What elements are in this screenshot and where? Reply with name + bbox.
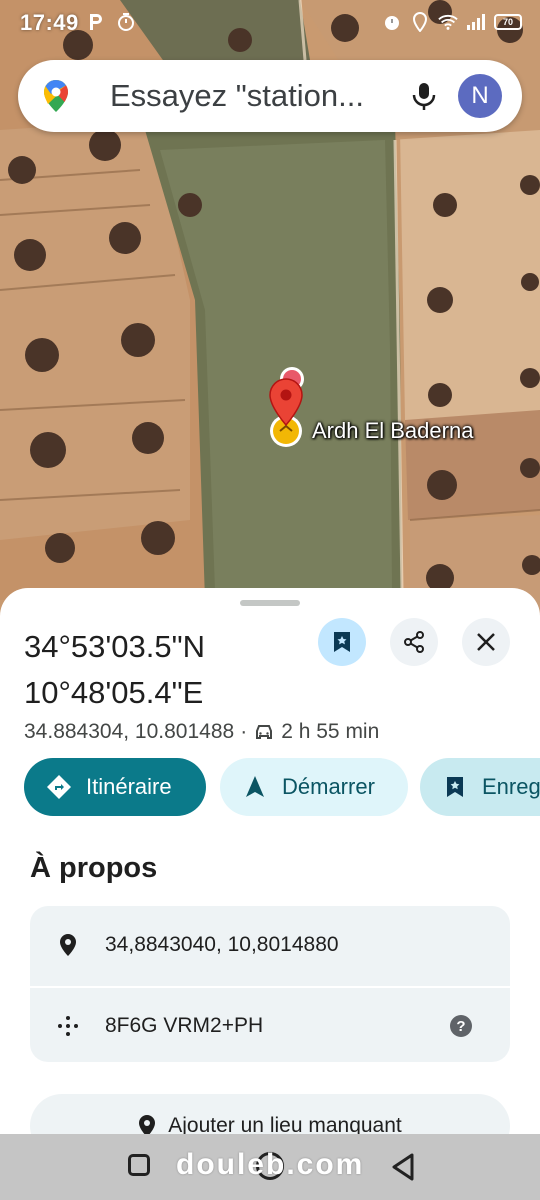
action-buttons-row: Itinéraire Démarrer Enregistrer (24, 758, 540, 816)
signal-icon (466, 12, 486, 32)
recent-apps-button[interactable] (128, 1154, 150, 1176)
back-button[interactable] (390, 1152, 416, 1187)
plus-code-row[interactable]: 8F6G VRM2+PH ? (30, 986, 510, 1064)
title-longitude: 10°48'05.4"E (24, 675, 204, 710)
start-label: Démarrer (282, 774, 375, 799)
coordinates-text: 34,8843040, 10,8014880 (105, 933, 339, 956)
coordinates-row[interactable]: 34,8843040, 10,8014880 (30, 906, 510, 984)
system-navigation-bar: douleb.com (0, 1134, 540, 1200)
title-latitude: 34°53'03.5"N (24, 629, 206, 664)
bookmark-icon (442, 774, 468, 800)
location-icon (410, 12, 430, 32)
p-icon (86, 12, 106, 32)
watermark-text: douleb.com (176, 1148, 365, 1181)
decimal-coordinates: 34.884304, 10.801488 (24, 720, 235, 743)
search-placeholder[interactable]: Essayez "station... (110, 78, 390, 114)
about-heading: À propos (30, 852, 158, 884)
location-pin-icon (56, 933, 80, 957)
save-button[interactable]: Enregistrer (420, 758, 540, 816)
save-place-button[interactable] (318, 618, 366, 666)
search-bar[interactable]: Essayez "station... N (18, 60, 522, 132)
car-icon (256, 725, 273, 739)
status-time: 17:49 (20, 10, 79, 35)
subtitle-line: 34.884304, 10.801488 · 2 h 55 min (24, 720, 379, 744)
status-bar: 17:49 70 (0, 0, 540, 48)
help-icon[interactable]: ? (450, 1015, 472, 1037)
separator-dot: · (240, 720, 248, 743)
drive-time: 2 h 55 min (281, 720, 380, 743)
place-label[interactable]: Ardh El Baderna (312, 418, 473, 444)
directions-label: Itinéraire (86, 774, 172, 799)
share-button[interactable] (390, 618, 438, 666)
google-maps-logo-icon (38, 78, 74, 114)
place-title: 34°53'03.5"N 10°48'05.4"E (24, 624, 205, 716)
sheet-drag-handle[interactable] (240, 600, 300, 606)
timer-icon (116, 12, 136, 32)
alarm-icon (382, 12, 402, 32)
back-icon (392, 1153, 414, 1181)
wifi-icon (438, 12, 458, 32)
start-navigation-button[interactable]: Démarrer (220, 758, 408, 816)
save-label: Enregistrer (482, 774, 540, 799)
info-card: 34,8843040, 10,8014880 8F6G VRM2+PH ? (30, 906, 510, 1062)
account-avatar[interactable]: N (458, 74, 502, 118)
microphone-icon[interactable] (408, 80, 440, 112)
bookmark-icon (334, 632, 350, 652)
close-icon (477, 633, 495, 651)
directions-button[interactable]: Itinéraire (24, 758, 206, 816)
plus-code-text: 8F6G VRM2+PH (105, 1014, 264, 1037)
battery-indicator: 70 (494, 14, 522, 30)
plus-code-icon (56, 1014, 80, 1038)
share-icon (404, 631, 424, 653)
navigation-arrow-icon (242, 774, 268, 800)
directions-icon (46, 774, 72, 800)
close-button[interactable] (462, 618, 510, 666)
place-bottom-sheet: 34°53'03.5"N 10°48'05.4"E 34.884304, 10.… (0, 588, 540, 1200)
red-pin-icon[interactable] (262, 365, 310, 449)
